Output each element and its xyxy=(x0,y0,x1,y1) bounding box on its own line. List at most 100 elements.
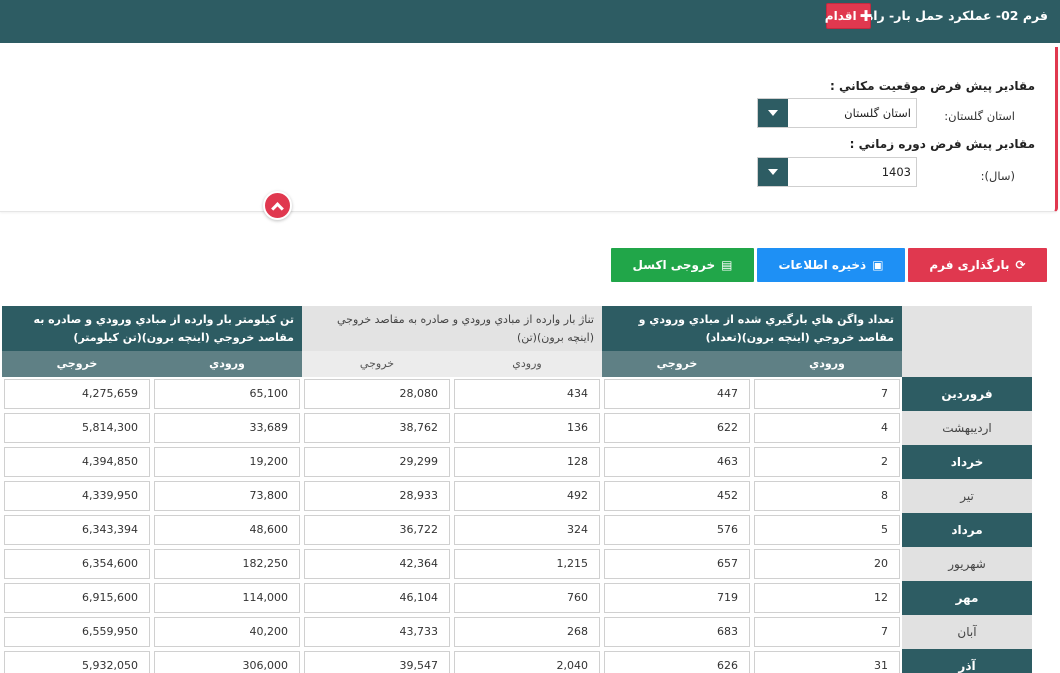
subheader-inbound: ورودي xyxy=(452,351,602,377)
collapse-panel-button[interactable] xyxy=(263,191,292,220)
province-dropdown-toggle[interactable] xyxy=(758,99,788,127)
table-cell-input[interactable]: 38,762 xyxy=(304,413,450,443)
table-cell-input[interactable]: 28,080 xyxy=(304,379,450,409)
table-cell-input[interactable]: 5,814,300 xyxy=(4,413,150,443)
table-cell-input[interactable]: 7 xyxy=(754,617,900,647)
table-row: 20 657 1,215 42,364 182,250 6,354,600 شهريور xyxy=(2,547,1032,581)
month-label: آبان xyxy=(902,615,1032,649)
filter-panel: مقادير پيش فرض موقعيت مکاني : استان گلست… xyxy=(0,47,1058,212)
table-cell-input[interactable]: 434 xyxy=(454,379,600,409)
excel-export-label: خروجی اکسل xyxy=(632,258,716,272)
table-row: 12 719 760 46,104 114,000 6,915,600 مهر xyxy=(2,581,1032,615)
caret-down-icon xyxy=(768,110,778,116)
table-cell-input[interactable]: 4,339,950 xyxy=(4,481,150,511)
province-select[interactable]: استان گلستان xyxy=(757,98,917,128)
table-cell-input[interactable]: 622 xyxy=(604,413,750,443)
period-defaults-heading: مقادير پيش فرض دوره زماني : xyxy=(849,137,1035,151)
table-cell-input[interactable]: 42,364 xyxy=(304,549,450,579)
excel-file-icon: ▤ xyxy=(721,258,733,272)
month-label: شهريور xyxy=(902,547,1032,581)
table-cell-input[interactable]: 447 xyxy=(604,379,750,409)
table-cell-input[interactable]: 2 xyxy=(754,447,900,477)
actions-button[interactable]: ✚ اقدام xyxy=(824,3,873,29)
table-cell-input[interactable]: 8 xyxy=(754,481,900,511)
table-cell-input[interactable]: 324 xyxy=(454,515,600,545)
table-cell-input[interactable]: 5,932,050 xyxy=(4,651,150,673)
table-cell-input[interactable]: 40,200 xyxy=(154,617,300,647)
table-cell-input[interactable]: 20 xyxy=(754,549,900,579)
data-table: تعداد واگن هاي بارگيري شده از مبادي ورود… xyxy=(2,306,1032,673)
table-cell-input[interactable]: 6,559,950 xyxy=(4,617,150,647)
table-cell-input[interactable]: 46,104 xyxy=(304,583,450,613)
header-ton-km: تن کيلومتر بار وارده از مبادي ورودي و صا… xyxy=(2,306,302,351)
location-defaults-heading: مقادير پيش فرض موقعيت مکاني : xyxy=(830,79,1035,93)
year-select[interactable]: 1403 xyxy=(757,157,917,187)
table-cell-input[interactable]: 5 xyxy=(754,515,900,545)
table-cell-input[interactable]: 1,215 xyxy=(454,549,600,579)
table-cell-input[interactable]: 4,394,850 xyxy=(4,447,150,477)
reload-form-button[interactable]: ⟳ بارگذاری فرم xyxy=(908,248,1047,282)
table-cell-input[interactable]: 65,100 xyxy=(154,379,300,409)
table-row: 7 447 434 28,080 65,100 4,275,659 فروردين xyxy=(2,377,1032,411)
table-cell-input[interactable]: 19,200 xyxy=(154,447,300,477)
table-cell-input[interactable]: 576 xyxy=(604,515,750,545)
table-cell-input[interactable]: 73,800 xyxy=(154,481,300,511)
table-cell-input[interactable]: 33,689 xyxy=(154,413,300,443)
table-cell-input[interactable]: 657 xyxy=(604,549,750,579)
month-label: آذر xyxy=(902,649,1032,673)
table-cell-input[interactable]: 12 xyxy=(754,583,900,613)
table-cell-input[interactable]: 4,275,659 xyxy=(4,379,150,409)
header-tonnage: تناژ بار وارده از مبادي ورودي و صادره به… xyxy=(302,306,602,351)
table-cell-input[interactable]: 43,733 xyxy=(304,617,450,647)
table-cell-input[interactable]: 719 xyxy=(604,583,750,613)
table-cell-input[interactable]: 31 xyxy=(754,651,900,673)
table-cell-input[interactable]: 48,600 xyxy=(154,515,300,545)
header-wagons: تعداد واگن هاي بارگيري شده از مبادي ورود… xyxy=(602,306,902,351)
table-cell-input[interactable]: 6,915,600 xyxy=(4,583,150,613)
table-row: 2 463 128 29,299 19,200 4,394,850 خرداد xyxy=(2,445,1032,479)
month-label: فروردين xyxy=(902,377,1032,411)
month-label: خرداد xyxy=(902,445,1032,479)
table-cell-input[interactable]: 114,000 xyxy=(154,583,300,613)
table-cell-input[interactable]: 268 xyxy=(454,617,600,647)
table-cell-input[interactable]: 128 xyxy=(454,447,600,477)
excel-export-button[interactable]: ▤ خروجی اکسل xyxy=(611,248,754,282)
table-cell-input[interactable]: 306,000 xyxy=(154,651,300,673)
province-label: استان گلستان: xyxy=(944,109,1015,123)
table-cell-input[interactable]: 626 xyxy=(604,651,750,673)
table-cell-input[interactable]: 6,354,600 xyxy=(4,549,150,579)
actions-button-label: اقدام xyxy=(824,9,857,23)
month-label: مرداد xyxy=(902,513,1032,547)
month-label: تير xyxy=(902,479,1032,513)
table-cell-input[interactable]: 452 xyxy=(604,481,750,511)
table-row: 5 576 324 36,722 48,600 6,343,394 مرداد xyxy=(2,513,1032,547)
table-cell-input[interactable]: 28,933 xyxy=(304,481,450,511)
table-cell-input[interactable]: 6,343,394 xyxy=(4,515,150,545)
table-cell-input[interactable]: 136 xyxy=(454,413,600,443)
table-cell-input[interactable]: 463 xyxy=(604,447,750,477)
table-cell-input[interactable]: 2,040 xyxy=(454,651,600,673)
top-bar: فرم 02- عملکرد حمل بار- راه آهن ✚ اقدام xyxy=(0,0,1060,43)
table-cell-input[interactable]: 36,722 xyxy=(304,515,450,545)
year-label: (سال): xyxy=(980,169,1015,183)
table-cell-input[interactable]: 683 xyxy=(604,617,750,647)
table-cell-input[interactable]: 182,250 xyxy=(154,549,300,579)
year-dropdown-toggle[interactable] xyxy=(758,158,788,186)
month-label: مهر xyxy=(902,581,1032,615)
table-cell-input[interactable]: 29,299 xyxy=(304,447,450,477)
table-cell-input[interactable]: 39,547 xyxy=(304,651,450,673)
table-cell-input[interactable]: 492 xyxy=(454,481,600,511)
subheader-outbound: خروجي xyxy=(2,351,152,377)
table-cell-input[interactable]: 760 xyxy=(454,583,600,613)
month-label: ارديبهشت xyxy=(902,411,1032,445)
table-row: 31 626 2,040 39,547 306,000 5,932,050 آذر xyxy=(2,649,1032,673)
table-cell-input[interactable]: 4 xyxy=(754,413,900,443)
subheader-inbound: ورودي xyxy=(152,351,302,377)
table-row: 4 622 136 38,762 33,689 5,814,300 ارديبهشت xyxy=(2,411,1032,445)
chevron-up-icon xyxy=(271,201,284,215)
table-cell-input[interactable]: 7 xyxy=(754,379,900,409)
subheader-outbound: خروجي xyxy=(602,351,752,377)
save-button[interactable]: ▣ ذخيره اطلاعات xyxy=(757,248,905,282)
plus-icon: ✚ xyxy=(859,6,873,25)
table-corner xyxy=(902,306,1032,377)
